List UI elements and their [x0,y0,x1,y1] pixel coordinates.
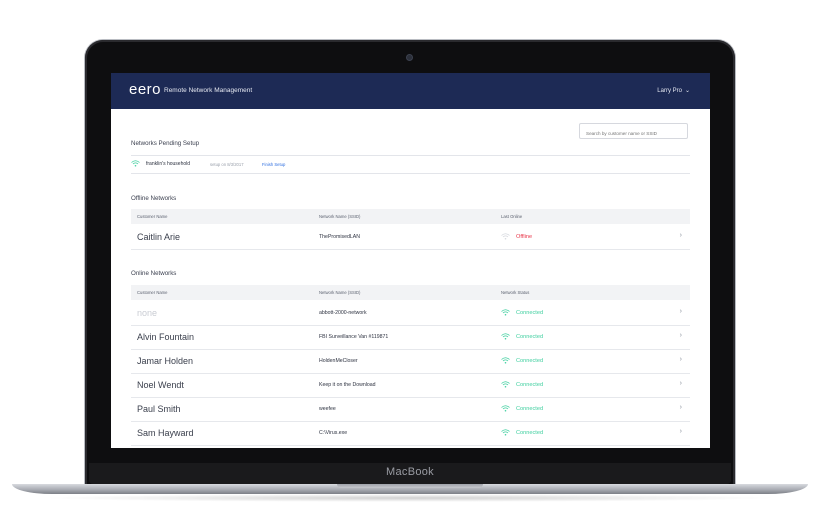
pending-network-name: franklin's household [146,161,191,167]
column-header: Last Online [501,214,523,219]
table-row[interactable]: none abbott-2000-network Connected › [131,301,690,326]
laptop-shadow [40,494,780,502]
offline-section-title: Offline Networks [131,195,177,202]
wifi-icon [501,381,510,388]
wifi-off-icon [501,233,510,240]
status-text: Connected [516,310,544,316]
customer-name: Sam Hayward [137,428,194,438]
chevron-down-icon: ⌄ [684,88,690,94]
status-text: Connected [516,430,544,436]
pending-network-row: franklin's household setup on 8/3/2017 F… [131,159,690,173]
customer-name: Caitlin Arie [137,232,181,242]
chevron-right-icon[interactable]: › [680,380,682,387]
screen: eero Remote Network Management Larry Pro… [111,73,710,448]
network-ssid: ThePromisedLAN [319,234,360,240]
column-header: Network Name (SSID) [319,290,361,295]
user-menu[interactable]: Larry Pro ⌄ [657,87,690,94]
divider [131,155,690,156]
opening-notch [337,484,483,488]
column-header: Network Status [501,290,530,295]
chevron-right-icon[interactable]: › [680,308,682,315]
table-row[interactable]: Noel Wendt Keep it on the Download Conne… [131,373,690,398]
customer-name: Noel Wendt [137,380,184,390]
chevron-right-icon[interactable]: › [680,232,682,239]
customer-name: Alvin Fountain [137,332,195,342]
network-ssid: FBI Surveillance Van #119871 [319,334,389,340]
network-ssid: Keep it on the Download [319,382,376,388]
network-ssid: HoldenMeCloser [319,358,358,364]
network-ssid: weefee [319,406,336,412]
table-row[interactable]: Sam Hayward C:\Virus.exe Connected › [131,421,690,446]
offline-table-header: Customer Name Network Name (SSID) Last O… [131,209,690,224]
eero-logo: eero [129,81,162,98]
table-row[interactable]: Caitlin Arie ThePromisedLAN Offline › [131,225,690,250]
status-text: Offline [516,234,533,240]
table-row[interactable]: Alvin Fountain FBI Surveillance Van #119… [131,325,690,350]
column-header: Customer Name [137,290,168,295]
customer-name: Paul Smith [137,404,181,414]
chevron-right-icon[interactable]: › [680,356,682,363]
chevron-right-icon[interactable]: › [680,404,682,411]
search-input[interactable] [579,123,688,139]
table-row[interactable]: Paul Smith weefee Connected › [131,397,690,422]
top-bar: eero Remote Network Management Larry Pro… [111,73,710,109]
network-ssid: C:\Virus.exe [319,430,348,436]
customer-name: none [137,308,158,318]
pending-setup-date: setup on 8/3/2017 [210,161,244,167]
table-row[interactable]: Jamar Holden HoldenMeCloser Connected › [131,349,690,374]
column-header: Network Name (SSID) [319,214,361,219]
user-name: Larry Pro [657,88,682,94]
chevron-right-icon[interactable]: › [680,332,682,339]
camera-icon [407,55,412,60]
wifi-icon [501,405,510,412]
status-text: Connected [516,406,544,412]
wifi-icon [501,309,510,316]
status-text: Connected [516,358,544,364]
online-table-header: Customer Name Network Name (SSID) Networ… [131,285,690,300]
chevron-right-icon[interactable]: › [680,428,682,435]
wifi-icon [501,333,510,340]
column-header: Customer Name [137,214,168,219]
network-ssid: abbott-2000-network [319,310,367,316]
status-text: Connected [516,334,544,340]
device-brand: MacBook [386,466,434,478]
divider [131,173,690,174]
status-text: Connected [516,382,544,388]
wifi-icon [501,357,510,364]
app-title: Remote Network Management [164,87,253,94]
pending-section-title: Networks Pending Setup [131,140,200,147]
wifi-icon [131,160,140,167]
online-section-title: Online Networks [131,270,177,277]
customer-name: Jamar Holden [137,356,194,366]
wifi-icon [501,429,510,436]
finish-setup-link[interactable]: Finish Setup [262,162,285,167]
